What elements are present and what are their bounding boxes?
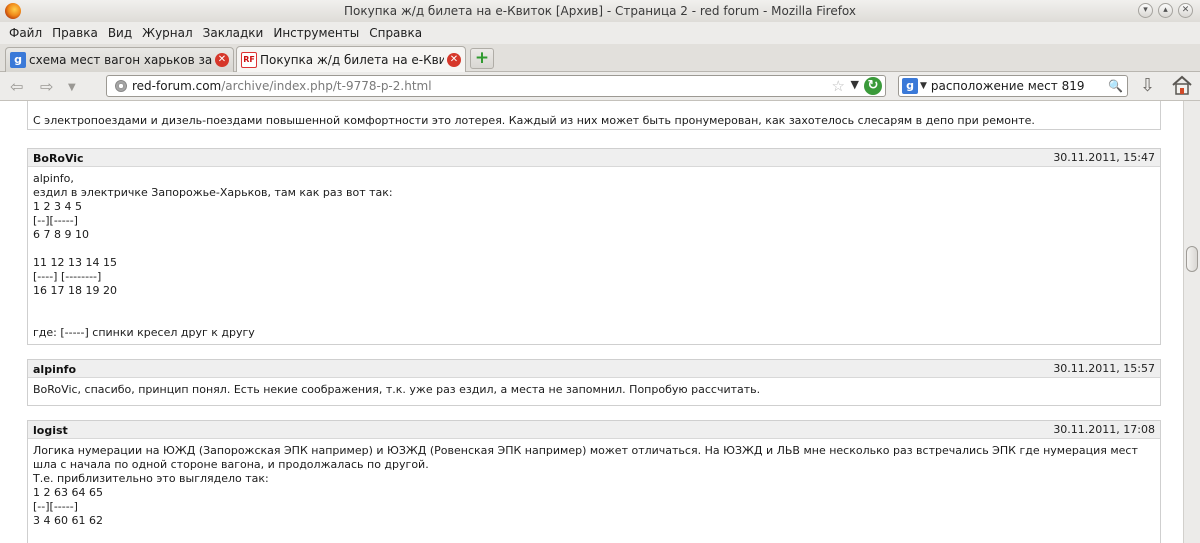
post-header: alpinfo 30.11.2011, 15:57 <box>28 360 1160 378</box>
post-body: Логика нумерации на ЮЖД (Запорожская ЭПК… <box>28 439 1160 534</box>
close-window-icon[interactable]: ✕ <box>1178 3 1193 18</box>
search-input[interactable] <box>930 79 1101 93</box>
menu-edit[interactable]: Правка <box>47 26 103 40</box>
post-text: С электропоездами и дизель-поездами повы… <box>33 114 1035 127</box>
post-text-line: [--][-----] <box>33 214 78 227</box>
url-host: red-forum.com <box>132 79 222 93</box>
google-favicon-icon: g <box>10 52 26 68</box>
navigation-toolbar: ⇦ ⇨ ▼ red-forum.com/archive/index.php/t-… <box>0 72 1200 101</box>
post-text-line: BoRoVic, спасибо, принцип понял. Есть не… <box>33 383 761 396</box>
reload-icon[interactable]: ↻ <box>864 77 882 95</box>
minimize-icon[interactable]: ▾ <box>1138 3 1153 18</box>
menu-view[interactable]: Вид <box>103 26 137 40</box>
tab-forum-page[interactable]: RF Покупка ж/д билета на е-Квиток ... ✕ <box>236 46 466 72</box>
post-header: logist 30.11.2011, 17:08 <box>28 421 1160 439</box>
forum-post: С электропоездами и дизель-поездами повы… <box>27 101 1161 130</box>
menu-bookmarks[interactable]: Закладки <box>198 26 269 40</box>
post-text-line: 6 7 8 9 10 <box>33 228 89 241</box>
new-tab-button[interactable]: + <box>470 48 494 69</box>
post-text-line: 1 2 3 4 5 <box>33 200 82 213</box>
post-text-line <box>33 242 1155 256</box>
site-identity-icon[interactable] <box>115 80 127 92</box>
post-header: BoRoVic 30.11.2011, 15:47 <box>28 149 1160 167</box>
post-date: 30.11.2011, 15:57 <box>1053 362 1155 375</box>
post-author[interactable]: alpinfo <box>33 363 76 376</box>
url-path: /archive/index.php/t-9778-p-2.html <box>221 79 432 93</box>
page-content: С электропоездами и дизель-поездами повы… <box>0 101 1183 543</box>
post-text-line: [----] [--------] <box>33 270 102 283</box>
menu-tools[interactable]: Инструменты <box>268 26 364 40</box>
download-arrow-icon[interactable]: ⇩ <box>1140 75 1155 96</box>
scrollbar-thumb[interactable] <box>1186 246 1198 272</box>
post-author[interactable]: logist <box>33 424 68 437</box>
post-text-line: ездил в электричке Запорожье-Харьков, та… <box>33 186 393 199</box>
post-text-line: Т.е. приблизительно это выглядело так: <box>33 472 269 485</box>
search-binoculars-icon[interactable]: 🔍 <box>1108 79 1123 93</box>
vertical-scrollbar[interactable] <box>1183 101 1200 543</box>
menu-help[interactable]: Справка <box>364 26 427 40</box>
redforum-favicon-icon: RF <box>241 51 257 68</box>
post-text-line: 1 2 63 64 65 <box>33 486 103 499</box>
post-date: 30.11.2011, 15:47 <box>1053 151 1155 164</box>
post-text-line: где: [-----] спинки кресел друг к другу <box>33 326 255 339</box>
window-titlebar: Покупка ж/д билета на е-Квиток [Архив] -… <box>0 0 1200 22</box>
home-icon[interactable] <box>1171 75 1193 95</box>
url-dropdown-icon[interactable]: ▼ <box>851 78 859 91</box>
post-text-line: alpinfo, <box>33 172 74 185</box>
post-text-line <box>33 312 1155 326</box>
post-text-line: 16 17 18 19 20 <box>33 284 117 297</box>
post-body: alpinfo, ездил в электричке Запорожье-Ха… <box>28 167 1160 346</box>
search-engine-icon[interactable]: g <box>902 78 918 94</box>
firefox-logo-icon <box>5 3 21 19</box>
tab-label: схема мест вагон харьков запор... <box>29 53 212 67</box>
engine-dropdown-icon[interactable]: ▼ <box>920 81 927 91</box>
post-author[interactable]: BoRoVic <box>33 152 84 165</box>
post-body: BoRoVic, спасибо, принцип понял. Есть не… <box>28 378 1160 403</box>
forum-post: BoRoVic 30.11.2011, 15:47 alpinfo, ездил… <box>27 148 1161 345</box>
forum-post: logist 30.11.2011, 17:08 Логика нумераци… <box>27 420 1161 543</box>
maximize-icon[interactable]: ▴ <box>1158 3 1173 18</box>
post-text-line: [--][-----] <box>33 500 78 513</box>
post-text-line: 11 12 13 14 15 <box>33 256 117 269</box>
forward-arrow-icon[interactable]: ⇨ <box>40 77 53 96</box>
close-tab-icon[interactable]: ✕ <box>215 53 229 67</box>
forum-post: alpinfo 30.11.2011, 15:57 BoRoVic, спаси… <box>27 359 1161 406</box>
back-arrow-icon[interactable]: ⇦ <box>10 77 23 96</box>
post-date: 30.11.2011, 17:08 <box>1053 423 1155 436</box>
post-text-line <box>33 298 1155 312</box>
post-text-line: Логика нумерации на ЮЖД (Запорожская ЭПК… <box>33 444 1138 471</box>
close-tab-icon[interactable]: ✕ <box>447 52 461 67</box>
address-bar[interactable]: red-forum.com/archive/index.php/t-9778-p… <box>106 75 886 97</box>
search-bar[interactable]: g ▼ 🔍 <box>898 75 1128 97</box>
menu-file[interactable]: Файл <box>4 26 47 40</box>
tab-search-results[interactable]: g схема мест вагон харьков запор... ✕ <box>5 47 234 72</box>
window-title: Покупка ж/д билета на е-Квиток [Архив] -… <box>343 4 856 18</box>
bookmark-star-icon[interactable]: ☆ <box>832 77 845 95</box>
menu-bar: Файл Правка Вид Журнал Закладки Инструме… <box>0 22 1200 44</box>
history-dropdown-icon[interactable]: ▼ <box>68 82 76 93</box>
menu-history[interactable]: Журнал <box>137 26 198 40</box>
tab-label: Покупка ж/д билета на е-Квиток ... <box>260 52 444 67</box>
post-text-line: 3 4 60 61 62 <box>33 514 103 527</box>
